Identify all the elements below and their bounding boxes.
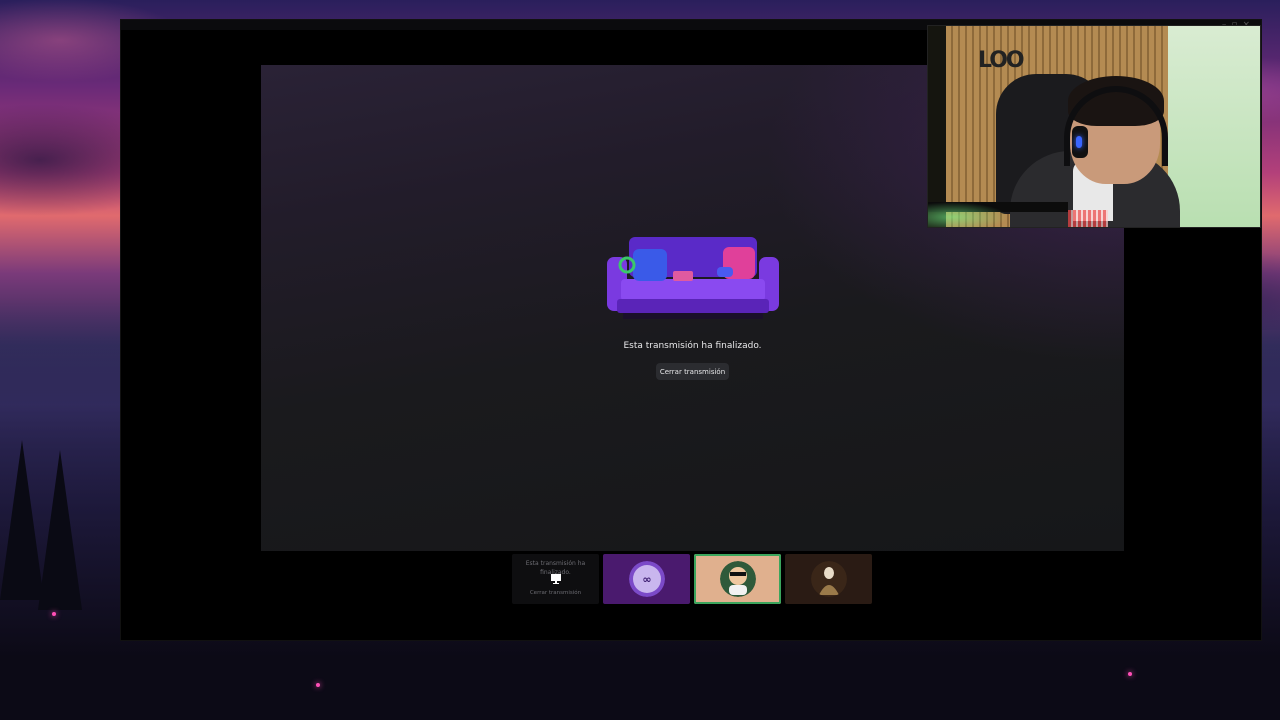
webcam-green-glow [928,202,1008,227]
thumbnail-ended-stream[interactable]: Esta transmisión ha finalizado. Cerrar t… [512,554,599,604]
thumbnail-participant[interactable] [785,554,872,604]
thumbnail-close-label: Cerrar transmisión [529,590,582,596]
headset-led [1076,136,1082,148]
wallpaper-spark [1128,672,1132,676]
webcam-window-light [1168,26,1260,227]
svg-text:∞: ∞ [642,573,651,586]
wallpaper-tree [38,450,82,610]
webcam-wall-logo: LOO [978,48,1025,73]
wallpaper-spark [52,612,56,616]
wallpaper-spark [316,683,320,687]
thumbnail-participant-selected[interactable] [694,554,781,604]
character-avatar-icon [720,561,756,597]
close-stream-button[interactable]: Cerrar transmisión [656,363,729,380]
figure-avatar-icon [811,561,847,597]
stream-ended-message: Esta transmisión ha finalizado. [623,341,762,351]
brand-logo-avatar-icon: ∞ [629,561,665,597]
webcam-overlay: LOO [927,25,1261,228]
webcam-neon-light [1068,210,1108,227]
couch-illustration [607,237,779,319]
thumbnail-participant[interactable]: ∞ [603,554,690,604]
monitor-icon [551,574,561,584]
